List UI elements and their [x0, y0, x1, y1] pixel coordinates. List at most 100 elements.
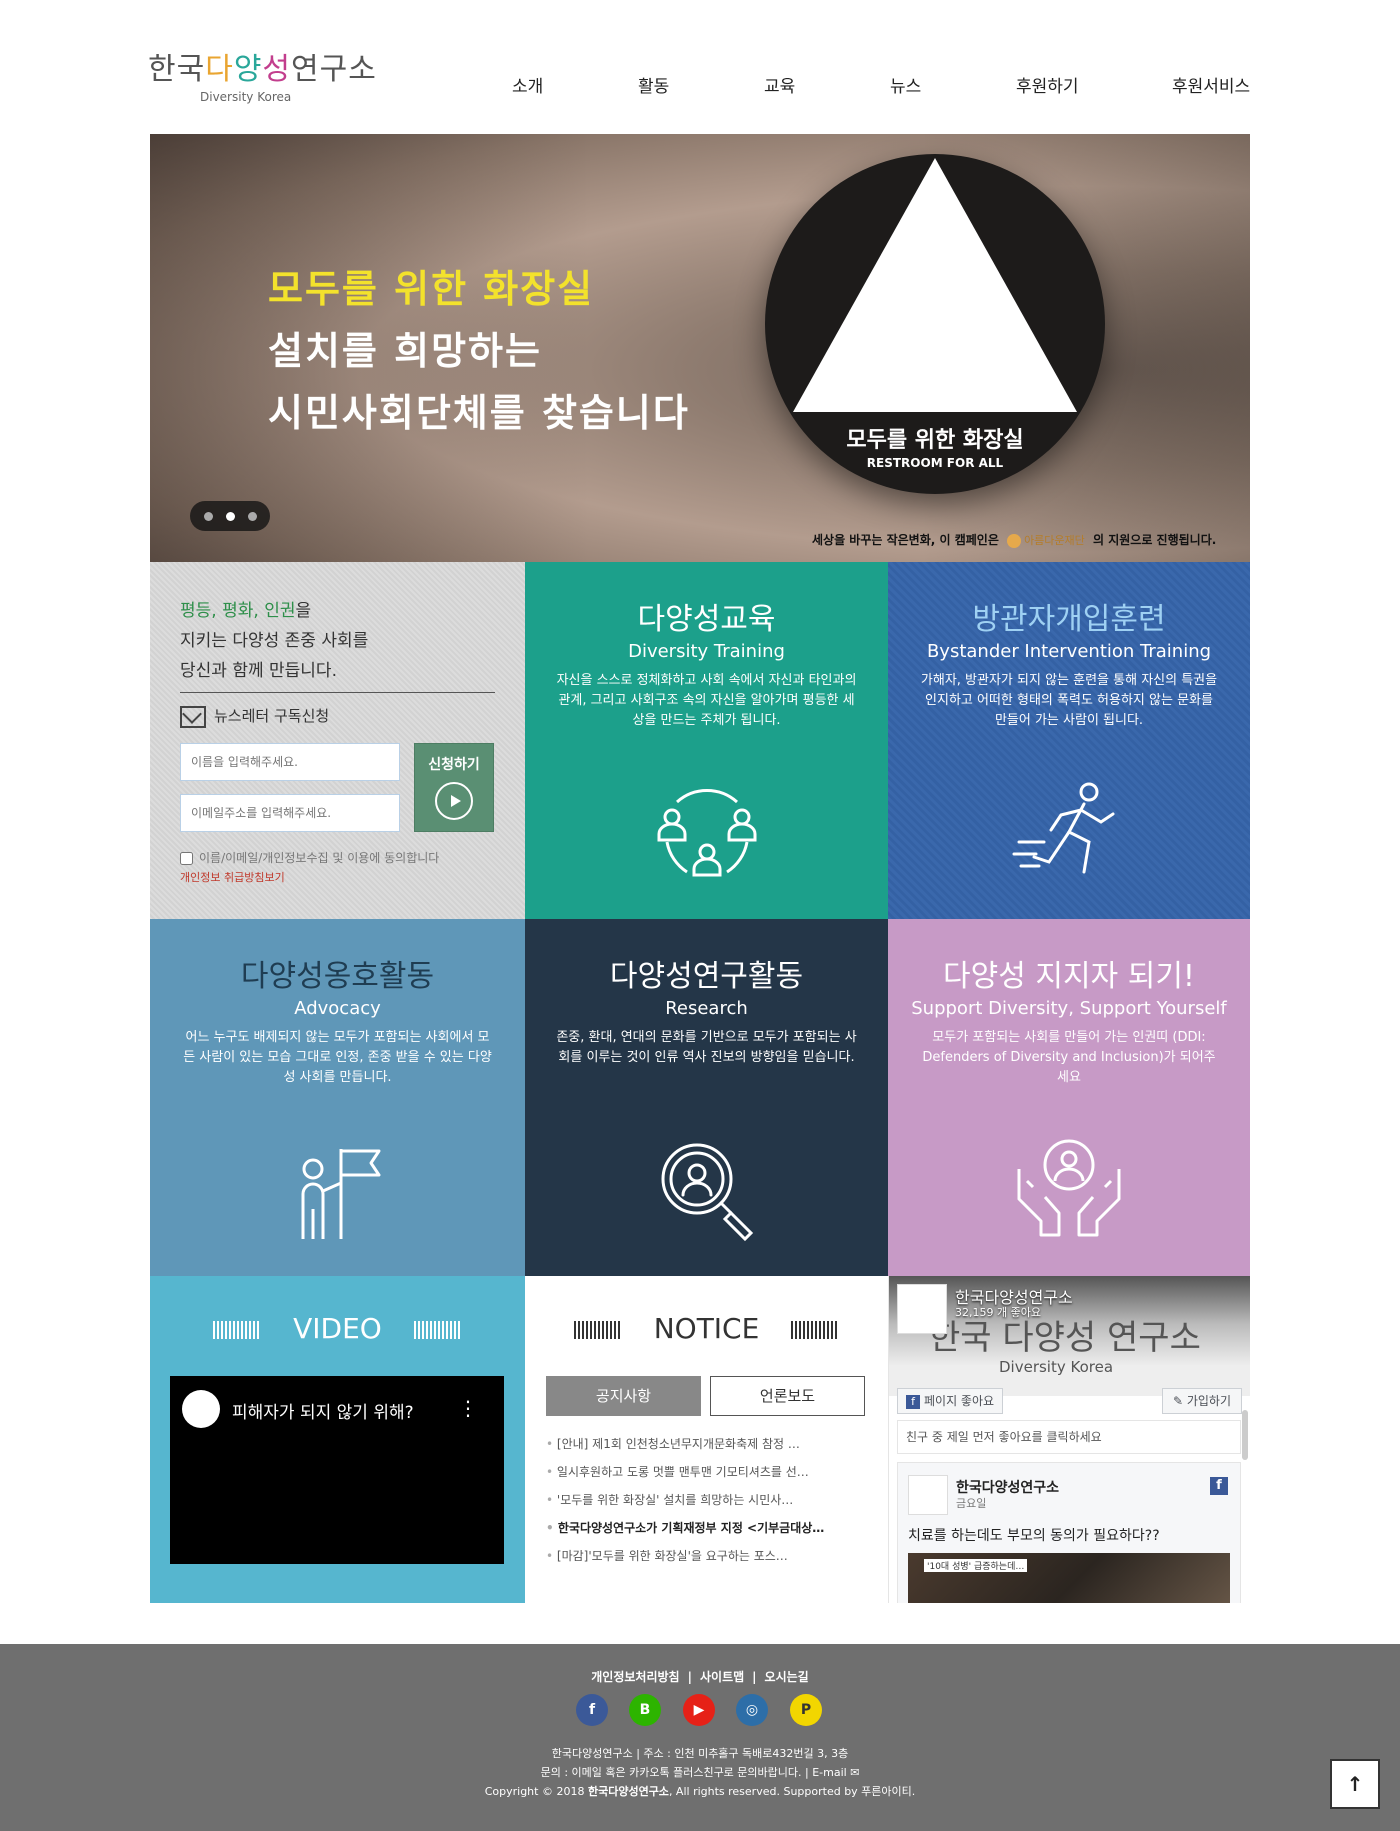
tile-title: 다양성옹호활동: [240, 959, 435, 994]
slider-dot-1[interactable]: [204, 512, 213, 521]
facebook-cover[interactable]: 한국 다양성 연구소 Diversity Korea 한국다양성연구소 32,1…: [889, 1276, 1250, 1396]
video-player[interactable]: 피해자가 되지 않기 위해? ⋮: [170, 1376, 504, 1564]
consent-checkbox[interactable]: [180, 852, 193, 865]
name-input[interactable]: [180, 743, 400, 781]
slider-dot-2[interactable]: [226, 512, 235, 521]
facebook-icon: f: [906, 1395, 920, 1409]
main-nav: 소개 활동 교육 뉴스 후원하기 후원서비스: [0, 72, 1400, 97]
friend-like-prompt: 친구 중 제일 먼저 좋아요를 클릭하세요: [897, 1420, 1241, 1454]
nav-item-news[interactable]: 뉴스: [890, 72, 921, 97]
notice-list: [안내] 제1회 인천청소년무지개문화축제 참정 … 일시후원하고 도롱 멋쁠 …: [546, 1430, 866, 1570]
tile-subtitle: Advocacy: [294, 998, 381, 1019]
tile-advocacy[interactable]: 다양성옹호활동 Advocacy 어느 누구도 배제되지 않는 모두가 포함되는…: [150, 919, 525, 1276]
tile-description: 모두가 포함되는 사회를 만들어 가는 인권띠 (DDI: Defenders …: [922, 1030, 1216, 1085]
subscribe-button[interactable]: 신청하기: [414, 743, 494, 832]
hero-line-1: 모두를 위한 화장실: [268, 267, 595, 311]
nav-item-activity[interactable]: 활동: [638, 72, 669, 97]
footer-address: 한국다양성연구소 | 주소 : 인천 미추홀구 독배로432번길 3, 3층: [551, 1747, 849, 1760]
tile-diversity-training[interactable]: 다양성교육 Diversity Training 자신을 스스로 정체화하고 사…: [525, 562, 888, 919]
tile-title: 다양성 지지자 되기!: [943, 959, 1195, 994]
decorative-stripes: [573, 1321, 622, 1339]
hero-banner[interactable]: 모두를 위한 화장실 설치를 희망하는 시민사회단체를 찾습니다 모두를 위한 …: [150, 134, 1250, 562]
tile-support-diversity[interactable]: 다양성 지지자 되기! Support Diversity, Support Y…: [888, 919, 1250, 1276]
people-circle-icon: [657, 789, 756, 877]
nav-item-about[interactable]: 소개: [512, 72, 543, 97]
decorative-stripes: [791, 1321, 840, 1339]
hands-person-icon: [1017, 1139, 1121, 1237]
cover-subtitle: Diversity Korea: [999, 1358, 1114, 1376]
decorative-stripes: [213, 1321, 262, 1339]
youtube-icon[interactable]: ▶: [683, 1694, 715, 1726]
nav-item-education[interactable]: 교육: [764, 72, 795, 97]
facebook-widget: 한국 다양성 연구소 Diversity Korea 한국다양성연구소 32,1…: [888, 1276, 1250, 1603]
slider-dot-3[interactable]: [248, 512, 257, 521]
nav-item-donation-service[interactable]: 후원서비스: [1172, 72, 1250, 97]
tile-description: 존중, 환대, 연대의 문화를 기반으로 모두가 포함되는 사회를 이루는 것이…: [556, 1030, 857, 1065]
magnifier-person-icon: [661, 1143, 753, 1242]
footer-links: 개인정보처리방침 | 사이트맵 | 오시는길: [591, 1670, 809, 1684]
email-input[interactable]: [180, 794, 400, 832]
hero-caption: 세상을 바꾸는 작은변화, 이 캠페인은 아름다운재단 의 지원으로 진행됩니다…: [812, 533, 1217, 548]
scroll-to-top-button[interactable]: ↑: [1330, 1759, 1380, 1809]
list-item[interactable]: 일시후원하고 도롱 멋쁠 맨투맨 기모티셔츠를 선…: [546, 1458, 866, 1486]
tile-title: 다양성연구활동: [609, 959, 804, 994]
list-item[interactable]: [마감]'모두를 위한 화장실'을 요구하는 포스…: [546, 1542, 866, 1570]
post-avatar[interactable]: [908, 1475, 948, 1515]
footer-link-sitemap[interactable]: 사이트맵: [700, 1670, 744, 1684]
play-icon: [435, 782, 473, 820]
page-likes: 32,159 개 좋아요: [955, 1306, 1041, 1319]
kakaopage-icon[interactable]: P: [790, 1694, 822, 1726]
channel-avatar[interactable]: [182, 1390, 220, 1428]
page: 한국다양성연구소 Diversity Korea 소개 활동 교육 뉴스 후원하…: [0, 0, 1400, 1831]
scrollbar[interactable]: [1242, 1410, 1248, 1460]
restroom-sign-subtitle: RESTROOM FOR ALL: [866, 456, 1004, 470]
tile-subtitle: Support Diversity, Support Yourself: [911, 998, 1227, 1019]
privacy-policy-link[interactable]: 개인정보 취급방침보기: [180, 869, 285, 885]
video-section: VIDEO 피해자가 되지 않기 위해? ⋮: [150, 1276, 525, 1603]
notice-section: NOTICE 공지사항 언론보도 [안내] 제1회 인천청소년무지개문화축제 참…: [525, 1276, 888, 1603]
page-thumbnail[interactable]: [897, 1284, 947, 1334]
list-item[interactable]: 한국다양성연구소가 기획재정부 지정 <기부금대상…: [546, 1514, 866, 1542]
join-button[interactable]: ✎ 가입하기: [1161, 1388, 1242, 1414]
instagram-icon[interactable]: ◎: [736, 1694, 768, 1726]
tile-bystander-training[interactable]: 방관자개입훈련 Bystander Intervention Training …: [888, 562, 1250, 919]
facebook-icon[interactable]: f: [1210, 1477, 1228, 1495]
tab-press[interactable]: 언론보도: [710, 1376, 865, 1416]
post-author[interactable]: 한국다양성연구소: [956, 1477, 1059, 1497]
like-page-button[interactable]: f 페이지 좋아요: [897, 1388, 1004, 1414]
video-heading: VIDEO: [150, 1312, 525, 1345]
tab-notices[interactable]: 공지사항: [546, 1376, 701, 1416]
decorative-stripes: [413, 1321, 462, 1339]
facebook-post[interactable]: 한국다양성연구소 금요일 f 치료를 하는데도 부모의 동의가 필요하다?? '…: [897, 1462, 1241, 1603]
post-image[interactable]: '10대 성병' 급증하는데…: [908, 1553, 1230, 1603]
video-title[interactable]: 피해자가 되지 않기 위해?: [232, 1398, 414, 1423]
facebook-icon[interactable]: f: [576, 1694, 608, 1726]
list-item[interactable]: '모두를 위한 화장실' 설치를 희망하는 시민사…: [546, 1486, 866, 1514]
person-flag-icon: [301, 1149, 380, 1239]
footer-copyright: Copyright © 2018 한국다양성연구소, All rights re…: [484, 1785, 916, 1798]
footer-link-directions[interactable]: 오시는길: [765, 1670, 809, 1684]
nav-item-donate[interactable]: 후원하기: [1016, 72, 1079, 97]
slider-pagination: [190, 501, 270, 531]
tile-subtitle: Diversity Training: [628, 641, 785, 662]
tile-description: 가해자, 방관자가 되지 않는 훈련을 통해 자신의 특권을 인지하고 어떠한 …: [920, 673, 1218, 728]
more-vert-icon[interactable]: ⋮: [458, 1396, 478, 1420]
tile-description: 자신을 스스로 정체화하고 사회 속에서 자신과 타인과의 관계, 그리고 사회…: [556, 673, 857, 728]
tile-description: 어느 누구도 배제되지 않는 모두가 포함되는 사회에서 모든 사람이 있는 모…: [183, 1030, 492, 1085]
list-item[interactable]: [안내] 제1회 인천청소년무지개문화축제 참정 …: [546, 1430, 866, 1458]
blog-icon[interactable]: B: [629, 1694, 661, 1726]
footer-contact: 문의 : 이메일 혹은 카카오톡 플러스친구로 문의바랍니다. | E-mail…: [540, 1766, 860, 1779]
social-links: f B ▶ ◎ P: [576, 1694, 836, 1728]
hero-line-2: 설치를 희망하는: [268, 329, 542, 373]
envelope-icon: [180, 705, 206, 728]
tile-research[interactable]: 다양성연구활동 Research 존중, 환대, 연대의 문화를 기반으로 모두…: [525, 919, 888, 1276]
tile-subtitle: Bystander Intervention Training: [926, 641, 1212, 662]
post-text: 치료를 하는데도 부모의 동의가 필요하다??: [908, 1528, 1160, 1544]
site-footer: 개인정보처리방침 | 사이트맵 | 오시는길 f B ▶ ◎ P 한국다양성연구소 | …: [0, 1644, 1400, 1831]
footer-link-privacy[interactable]: 개인정보처리방침: [591, 1670, 679, 1684]
restroom-sign: 모두를 위한 화장실 RESTROOM FOR ALL: [765, 154, 1105, 494]
consent-checkbox-label[interactable]: 이름/이메일/개인정보수집 및 이용에 동의합니다: [180, 849, 439, 866]
divider: [180, 692, 495, 693]
tile-title: 다양성교육: [637, 602, 776, 637]
footer-info: 한국다양성연구소 | 주소 : 인천 미추홀구 독배로432번길 3, 3층 문…: [0, 1744, 1400, 1801]
